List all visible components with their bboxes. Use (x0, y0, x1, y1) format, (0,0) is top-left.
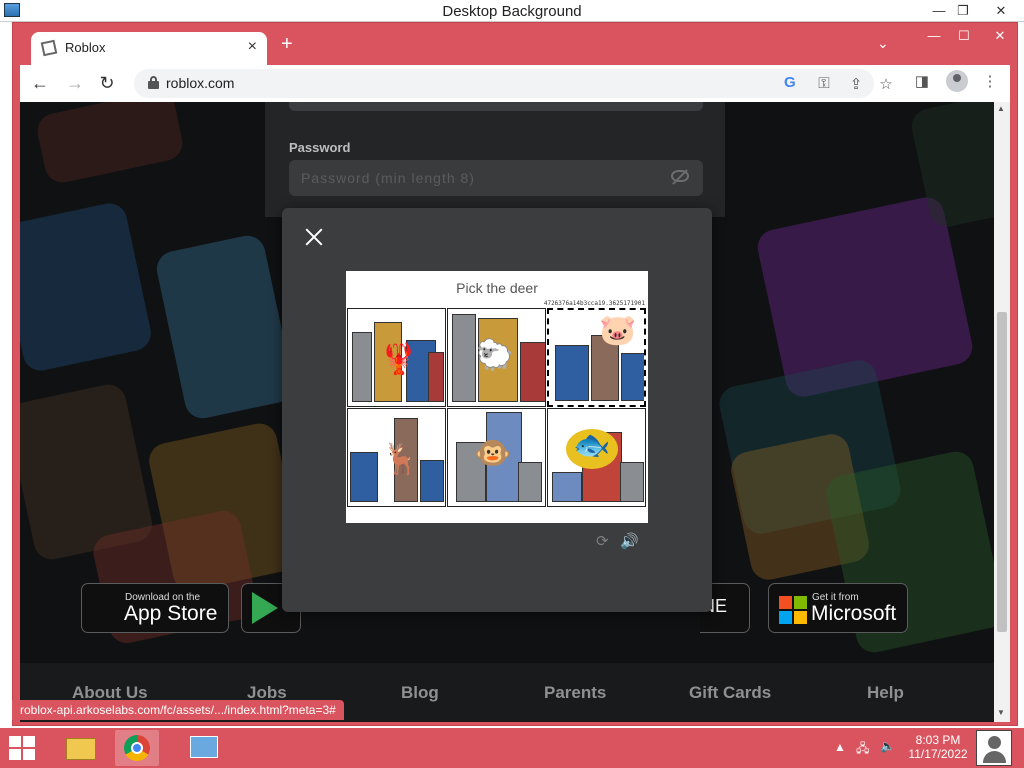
captcha-refresh-icon[interactable]: ⟳ (596, 532, 609, 550)
outer-restore-button[interactable]: ❐ (952, 2, 974, 20)
verification-modal: Pick the deer 4726376a14b3cca19.36251719… (282, 208, 712, 612)
volume-icon[interactable]: 🔈 (880, 739, 895, 753)
app-store-big-text: App Store (124, 602, 218, 625)
captcha-tile-sheep[interactable]: 🐑 (447, 308, 546, 407)
roblox-favicon-icon (40, 39, 58, 57)
outer-window-title: Desktop Background (442, 3, 582, 20)
key-icon[interactable]: ⚿ (814, 75, 834, 92)
clock-date: 11/17/2022 (908, 747, 968, 761)
microsoft-logo-icon (779, 596, 807, 624)
bookmark-star-icon[interactable]: ☆ (876, 75, 896, 93)
tab-roblox[interactable]: Roblox × (31, 32, 267, 65)
username-input[interactable] (289, 102, 703, 111)
fish-icon: 🐟 (566, 429, 618, 469)
tab-close-icon[interactable]: × (248, 38, 257, 56)
login-panel: Password Password (min length 8) (265, 102, 725, 217)
footer-link-parents[interactable]: Parents (544, 683, 606, 703)
clock[interactable]: 8:03 PM 11/17/2022 (906, 733, 970, 761)
captcha-prompt: Pick the deer (456, 280, 538, 296)
captcha-tile-monkey[interactable]: 🐵 (447, 408, 546, 507)
lock-icon[interactable] (148, 76, 159, 89)
tab-search-chevron-icon[interactable]: ⌄ (877, 35, 889, 52)
browser-toolbar: ← → ↻ roblox.com G ⚿ ⇪ ☆ ◨ ⋮ (20, 65, 1010, 102)
tab-strip: Roblox × + ⌄ — ☐ ✕ (13, 23, 1017, 65)
taskbar: ▲ 🖧 🔈 8:03 PM 11/17/2022 (0, 728, 1024, 768)
password-input[interactable]: Password (min length 8) (289, 160, 703, 196)
password-label: Password (289, 140, 351, 155)
apple-icon (94, 592, 118, 620)
captcha-audio-icon[interactable]: 🔊 (620, 532, 639, 550)
file-explorer-icon[interactable] (58, 730, 102, 766)
hide-password-eye-icon[interactable] (671, 170, 689, 182)
network-icon[interactable]: 🖧 (856, 739, 869, 760)
scroll-thumb[interactable] (997, 312, 1007, 632)
scroll-down-arrow-icon[interactable]: ▼ (997, 708, 1005, 717)
outer-minimize-button[interactable]: — (928, 2, 950, 20)
side-panel-icon[interactable]: ◨ (912, 72, 932, 90)
address-bar[interactable]: roblox.com G ⚿ ⇪ ☆ (134, 69, 893, 98)
modal-close-icon[interactable] (302, 225, 326, 249)
show-hidden-icons[interactable]: ▲ (834, 740, 846, 754)
footer-link-gift-cards[interactable]: Gift Cards (689, 683, 771, 703)
clock-time: 8:03 PM (915, 733, 961, 747)
scroll-up-arrow-icon[interactable]: ▲ (997, 104, 1005, 113)
captcha-tile-lobster[interactable]: 🦞 (347, 308, 446, 407)
google-play-icon (252, 592, 278, 624)
monkey-icon: 🐵 (474, 437, 512, 470)
microsoft-big-text: Microsoft (811, 602, 897, 625)
footer-link-help[interactable]: Help (867, 683, 904, 703)
windows-start-icon[interactable] (9, 736, 35, 760)
captcha-image-grid: 🦞 🐑 🐷 🦌 🐵 🐟 (347, 308, 647, 508)
captcha-tile-fish[interactable]: 🐟 (547, 408, 646, 507)
captcha-tile-deer[interactable]: 🦌 (347, 408, 446, 507)
password-placeholder: Password (min length 8) (301, 170, 475, 186)
deer-icon: 🦌 (382, 443, 420, 476)
menu-kebab-icon[interactable]: ⋮ (980, 72, 1000, 90)
share-icon[interactable]: ⇪ (846, 75, 866, 93)
page-scrollbar[interactable]: ▲ ▼ (994, 102, 1010, 722)
captcha-tile-pig[interactable]: 🐷 (547, 308, 646, 407)
control-panel-icon[interactable] (182, 730, 226, 766)
sheep-icon: 🐑 (476, 339, 514, 372)
footer-link-blog[interactable]: Blog (401, 683, 439, 703)
microsoft-store-button[interactable]: Get it from Microsoft (768, 583, 908, 633)
maximize-button[interactable]: ☐ (949, 27, 979, 45)
app-store-button[interactable]: Download on the App Store (81, 583, 229, 633)
pig-icon: 🐷 (599, 314, 637, 347)
chrome-taskbar-icon[interactable] (115, 730, 159, 766)
google-lens-icon[interactable]: G (784, 74, 796, 91)
lobster-icon: 🦞 (380, 343, 418, 376)
url-text[interactable]: roblox.com (166, 75, 234, 91)
tab-title: Roblox (65, 40, 106, 55)
profile-avatar[interactable] (946, 70, 968, 92)
back-icon[interactable]: ← (29, 73, 51, 94)
link-status-bar: roblox-api.arkoselabs.com/fc/assets/.../… (12, 700, 344, 720)
new-tab-button[interactable]: + (281, 33, 293, 56)
minimize-button[interactable]: — (919, 27, 949, 45)
user-account-icon[interactable] (976, 730, 1012, 766)
reload-icon[interactable]: ↻ (96, 73, 118, 94)
captcha-frame: Pick the deer 4726376a14b3cca19.36251719… (346, 271, 648, 523)
outer-title-bar: Desktop Background — ❐ ✕ (0, 0, 1024, 22)
outer-close-button[interactable]: ✕ (990, 2, 1012, 20)
close-button[interactable]: ✕ (985, 27, 1015, 45)
forward-icon[interactable]: → (64, 73, 86, 94)
captcha-session-id: 4726376a14b3cca19.3625171901 (543, 300, 645, 307)
